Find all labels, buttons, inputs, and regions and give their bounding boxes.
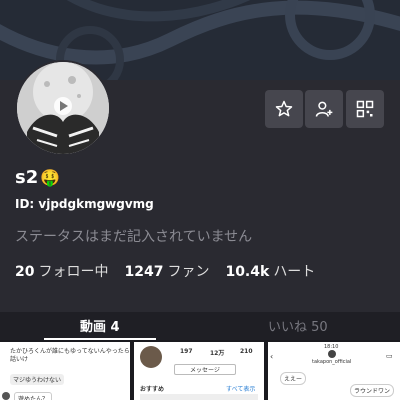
thumb2-link: すべて表示 bbox=[226, 386, 256, 393]
money-face-emoji: 🤑 bbox=[40, 168, 61, 187]
stat-fans[interactable]: 1247 ファン bbox=[124, 261, 209, 281]
add-friend-button[interactable] bbox=[305, 90, 343, 128]
stat-fans-value: 1247 bbox=[124, 264, 164, 280]
thumb1-line3: マジゆうわけない bbox=[10, 374, 65, 385]
content-tabs: 動画 4 いいね 50 bbox=[0, 312, 400, 340]
status-text: ステータスはまだ記入されていません bbox=[15, 229, 253, 245]
thumb2-n1: 197 bbox=[180, 348, 193, 355]
stat-fans-label: ファン bbox=[167, 264, 210, 280]
favorite-button[interactable] bbox=[265, 90, 303, 128]
stat-hearts-label: ハート bbox=[273, 264, 316, 280]
qr-code-icon bbox=[356, 100, 374, 118]
thumb2-message-button: メッセージ bbox=[174, 364, 236, 375]
stat-following[interactable]: 20 フォロー中 bbox=[15, 261, 108, 281]
thumb3-avatar bbox=[328, 350, 336, 358]
thumb1-avatar bbox=[2, 392, 10, 400]
thumb3-msg1: ええー bbox=[280, 372, 307, 385]
avatar-image bbox=[17, 62, 109, 154]
tab-likes[interactable]: いいね 50 bbox=[268, 316, 328, 335]
add-user-icon bbox=[315, 101, 333, 117]
username-text: s2 bbox=[15, 167, 39, 188]
star-icon bbox=[275, 100, 293, 117]
thumb3-video-icon: ▭ bbox=[386, 352, 393, 360]
thumb2-avatar bbox=[140, 346, 162, 368]
thumb1-line4: 遊めたん？ bbox=[14, 392, 53, 400]
tab-videos[interactable]: 動画 4 bbox=[80, 316, 120, 335]
thumb2-n3: 210 bbox=[240, 348, 253, 355]
stat-hearts[interactable]: 10.4k ハート bbox=[225, 261, 315, 281]
video-thumbnail-1[interactable]: たかひろくんが誰にもゆってないんやったら 話いけ マジゆうわけない 遊めたん？ bbox=[0, 342, 130, 400]
avatar[interactable] bbox=[15, 60, 111, 156]
video-thumbnail-2[interactable]: 197 12万 210 メッセージ おすすめ すべて表示 bbox=[134, 342, 264, 400]
thumb2-label: おすすめ bbox=[140, 386, 165, 393]
stat-following-value: 20 bbox=[15, 264, 35, 280]
user-id: ID: vjpdgkmgwgvmg bbox=[15, 197, 154, 211]
tab-underline bbox=[44, 338, 156, 340]
thumb1-line2: 話いけ bbox=[10, 356, 29, 363]
stats-row: 20 フォロー中 1247 ファン 10.4k ハート bbox=[15, 261, 315, 281]
qr-code-button[interactable] bbox=[346, 90, 384, 128]
thumb3-msg2: ラウンドワン bbox=[350, 384, 395, 397]
video-grid: たかひろくんが誰にもゆってないんやったら 話いけ マジゆうわけない 遊めたん？ … bbox=[0, 342, 400, 400]
video-thumbnail-3[interactable]: 18:10 ‹ takapon_official ▭ ええー ラウンドワン bbox=[268, 342, 400, 400]
thumb2-n2: 12万 bbox=[210, 350, 225, 357]
stat-hearts-value: 10.4k bbox=[225, 264, 270, 280]
username: s2 🤑 bbox=[15, 167, 60, 188]
thumb2-divider bbox=[140, 394, 258, 400]
thumb3-back-icon: ‹ bbox=[270, 352, 274, 361]
stat-following-label: フォロー中 bbox=[38, 264, 109, 280]
thumb3-name: takapon_official bbox=[312, 359, 352, 365]
